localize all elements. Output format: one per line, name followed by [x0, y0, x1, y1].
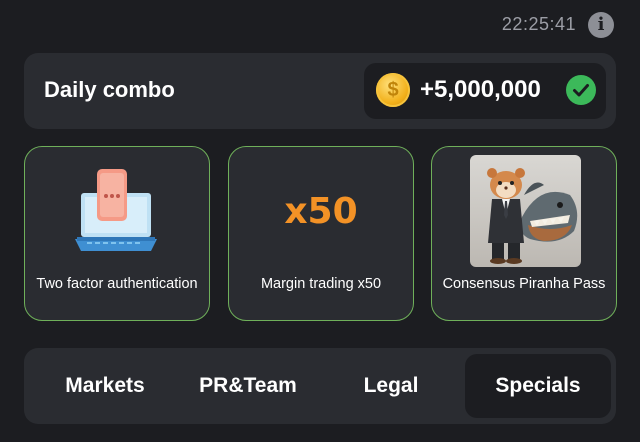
card-margin-trading[interactable]: x50 Margin trading x50	[228, 146, 414, 321]
card-label: Margin trading x50	[260, 276, 382, 292]
daily-combo-bar: Daily combo $ +5,000,000	[24, 53, 616, 129]
tab-specials[interactable]: Specials	[465, 354, 611, 418]
card-label: Consensus Piranha Pass	[442, 276, 606, 292]
card-two-factor-authentication[interactable]: Two factor authentication	[24, 146, 210, 321]
tab-legal[interactable]: Legal	[324, 354, 458, 418]
clock-time: 22:25:41	[501, 14, 576, 34]
coin-icon: $	[376, 73, 410, 107]
reward-amount: +5,000,000	[420, 76, 541, 103]
laptop-phone-illustration	[75, 167, 157, 253]
combo-cards: Two factor authentication x50 Margin tra…	[24, 146, 618, 324]
card-label: Two factor authentication	[36, 276, 198, 292]
reward-pill: $ +5,000,000	[364, 63, 606, 119]
tab-pr-team[interactable]: PR&Team	[184, 354, 312, 418]
daily-combo-title: Daily combo	[44, 77, 175, 102]
tab-markets[interactable]: Markets	[42, 354, 168, 418]
status-bar: 22:25:41 i	[0, 0, 640, 50]
x50-badge: x50	[284, 191, 358, 232]
hamster-piranha-photo	[470, 155, 581, 267]
card-consensus-piranha-pass[interactable]: Consensus Piranha Pass	[431, 146, 617, 321]
info-icon[interactable]: i	[588, 12, 614, 38]
category-tabs: Markets PR&Team Legal Specials	[24, 348, 616, 424]
check-circle-icon	[566, 75, 596, 105]
